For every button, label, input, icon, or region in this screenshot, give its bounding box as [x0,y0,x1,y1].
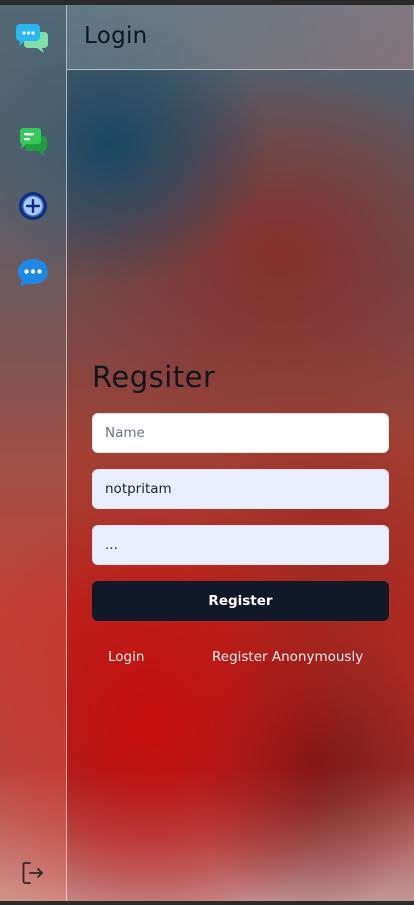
page-title: Login [84,23,148,49]
logout-button[interactable] [20,860,46,886]
chats-button[interactable] [16,256,50,290]
register-button[interactable]: Register [92,581,389,621]
app-logo-button[interactable] [16,20,50,54]
messages-icon [19,128,47,156]
login-link[interactable]: Login [108,649,144,665]
top-header: Login [67,5,414,70]
password-input[interactable] [92,525,389,565]
add-circle-icon [19,192,47,220]
sidebar [0,5,67,901]
chat-logo-icon [16,24,48,53]
new-chat-button[interactable] [16,189,50,223]
register-anonymously-link[interactable]: Register Anonymously [212,649,363,665]
username-input[interactable] [92,469,389,509]
logout-icon [22,862,43,884]
app-frame: Login Regsiter Register Login Register A… [0,5,414,901]
messages-button[interactable] [16,124,50,158]
chat-bubble-dots-icon [18,259,48,287]
register-title: Regsiter [92,360,216,394]
name-input[interactable] [92,413,389,453]
